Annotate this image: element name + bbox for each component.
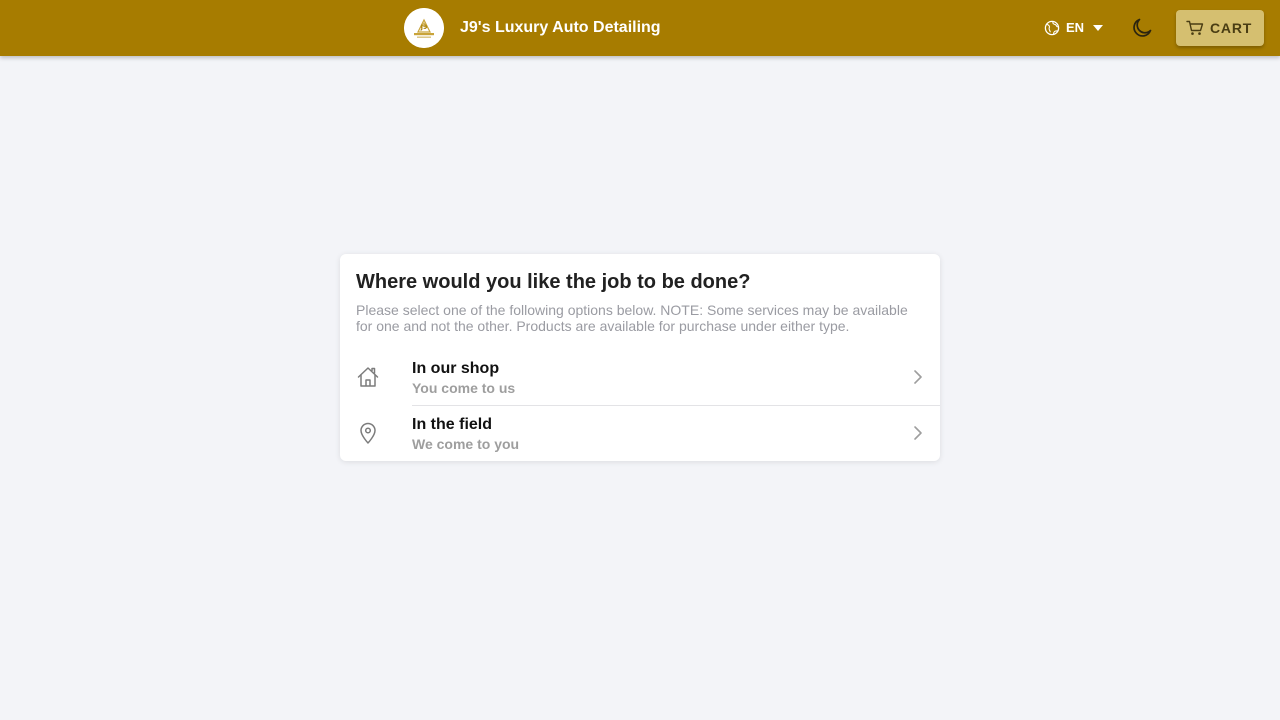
app-header: J9 J9's Luxury Auto Detailing EN CART [0, 0, 1280, 56]
cart-button[interactable]: CART [1176, 10, 1264, 46]
language-code: EN [1066, 20, 1085, 35]
cart-icon [1186, 20, 1204, 35]
language-selector[interactable]: EN [1036, 10, 1112, 46]
option-subtitle: You come to us [412, 380, 516, 396]
cart-label: CART [1210, 20, 1253, 36]
option-in-shop[interactable]: In our shop You come to us [340, 349, 940, 405]
caret-down-icon [1093, 25, 1103, 31]
option-title: In the field [412, 416, 492, 433]
svg-text:J9: J9 [420, 24, 427, 31]
job-location-dialog: Where would you like the job to be done?… [340, 254, 940, 461]
map-pin-icon [360, 422, 376, 444]
brand-name[interactable]: J9's Luxury Auto Detailing [460, 0, 661, 56]
brand-logo[interactable]: J9 [404, 8, 444, 48]
luxury-logo-icon: J9 [404, 8, 444, 48]
dark-mode-toggle[interactable] [1124, 10, 1160, 46]
home-icon [357, 367, 379, 387]
option-subtitle: We come to you [412, 436, 520, 452]
option-in-field[interactable]: In the field We come to you [340, 405, 940, 461]
chevron-right-icon [914, 370, 922, 384]
chevron-right-icon [914, 426, 922, 440]
dialog-description: Please select one of the following optio… [356, 302, 908, 334]
globe-icon [1044, 20, 1060, 36]
moon-icon [1133, 18, 1152, 37]
dialog-title: Where would you like the job to be done? [356, 271, 751, 293]
option-title: In our shop [412, 360, 500, 377]
